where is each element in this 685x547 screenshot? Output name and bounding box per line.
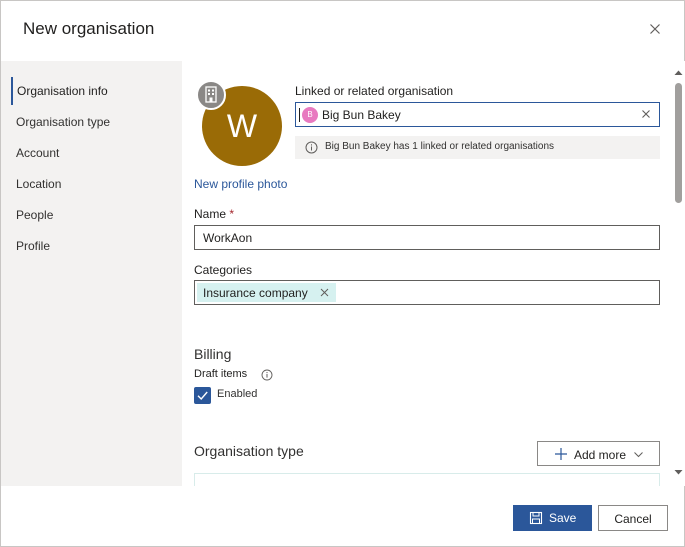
nav-item-people[interactable]: People [11,201,181,229]
category-tag: Insurance company [197,283,336,302]
linked-organisation-picker[interactable]: B Big Bun Bakey [295,102,660,127]
info-icon[interactable] [261,369,273,381]
save-icon [529,511,543,525]
remove-tag-button[interactable] [319,287,330,298]
linked-organisation-value: Big Bun Bakey [322,108,401,122]
checkmark-icon [197,391,208,401]
nav-item-profile[interactable]: Profile [11,232,181,260]
billing-heading: Billing [194,346,232,362]
clear-linked-button[interactable] [639,107,653,121]
category-tag-label: Insurance company [203,286,308,300]
vertical-scrollbar[interactable] [672,61,685,486]
form-content: W New profile photo Linked or related or… [182,61,672,486]
add-more-button[interactable]: Add more [537,441,660,466]
linked-organisation-label: Linked or related organisation [295,84,454,98]
persona-avatar: B [302,107,318,123]
dialog-title: New organisation [23,19,155,38]
close-icon[interactable] [645,19,665,39]
name-label: Name * [194,207,234,221]
dialog-footer: Save Cancel [1,486,684,546]
name-input[interactable]: WorkAon [194,225,660,250]
close-icon[interactable] [639,107,653,121]
nav-item-location[interactable]: Location [11,170,181,198]
chevron-down-icon [634,452,643,458]
plus-icon [555,448,567,460]
required-mark: * [229,207,235,221]
linked-info-message: Big Bun Bakey has 1 linked or related or… [295,136,660,159]
dialog-header: New organisation [1,1,684,61]
building-icon [205,86,217,103]
nav-item-account[interactable]: Account [11,139,181,167]
draft-items-label: Draft items [194,368,248,380]
scroll-up-arrow-icon[interactable] [674,69,683,76]
scroll-down-arrow-icon[interactable] [674,469,683,476]
new-profile-photo-link[interactable]: New profile photo [194,177,287,191]
cancel-button[interactable]: Cancel [598,505,668,531]
nav-item-organisation-info[interactable]: Organisation info [11,77,181,105]
nav-item-organisation-type[interactable]: Organisation type [11,108,181,136]
organisation-badge [196,80,226,110]
draft-items-checkbox[interactable] [194,387,211,404]
add-more-label: Add more [574,448,627,462]
categories-picker[interactable]: Insurance company [194,280,660,305]
save-button[interactable]: Save [513,505,592,531]
organisation-type-heading: Organisation type [194,443,304,459]
organisation-type-panel [194,473,660,486]
new-organisation-dialog: New organisation Organisation info Organ… [0,0,685,547]
info-icon [305,141,318,154]
name-label-text: Name [194,207,227,221]
close-button[interactable] [645,19,665,39]
save-label: Save [549,511,577,525]
profile-avatar-group: W [196,80,284,168]
close-icon[interactable] [319,287,330,298]
info-text: Big Bun Bakey has 1 linked or related or… [325,141,555,152]
scrollbar-thumb[interactable] [675,83,682,203]
enabled-label: Enabled [217,388,258,400]
cancel-label: Cancel [614,512,652,526]
side-nav: Organisation info Organisation type Acco… [1,61,182,486]
categories-label: Categories [194,263,253,277]
text-caret [299,108,300,122]
name-input-value: WorkAon [203,231,253,245]
